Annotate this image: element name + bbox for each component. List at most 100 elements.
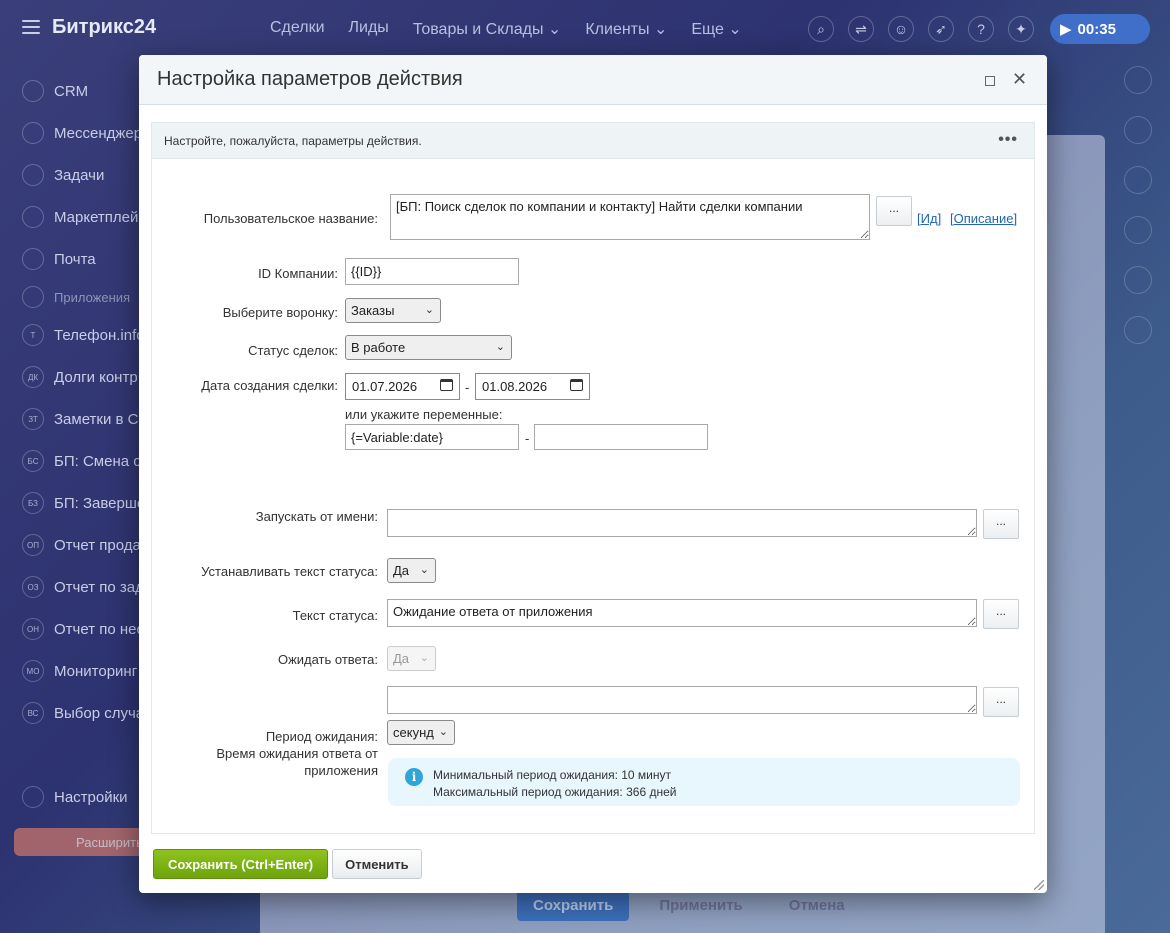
menu-icon[interactable] <box>22 20 40 38</box>
play-icon: ▶ <box>1060 21 1072 38</box>
dialog-footer: Сохранить (Ctrl+Enter) Отменить <box>153 849 422 879</box>
app-badge: МО <box>22 660 44 682</box>
filter-icon[interactable]: ⇌ <box>848 16 874 42</box>
sidebar-item-app[interactable]: БЗ БП: Заверше <box>0 482 150 524</box>
description-link-text[interactable]: Описание <box>954 211 1014 226</box>
wait-period-input[interactable] <box>387 686 977 714</box>
app-badge: Т <box>22 324 44 346</box>
company-id-input[interactable] <box>345 258 519 285</box>
sidebar-item-app[interactable]: БС БП: Смена о <box>0 440 150 482</box>
bell-icon[interactable] <box>1124 66 1152 94</box>
top-bar: Битрикс24 Сделки Лиды Товары и Склады ⌄ … <box>0 0 1170 58</box>
status-text-input[interactable]: Ожидание ответа от приложения <box>387 599 977 627</box>
nav-products[interactable]: Товары и Склады ⌄ <box>413 19 562 39</box>
date-var-to-input[interactable] <box>534 424 708 450</box>
sidebar-item-tasks[interactable]: Задачи <box>0 154 150 196</box>
custom-name-dots-button[interactable]: ... <box>876 196 912 226</box>
date-from-input[interactable]: 01.07.2026 <box>345 373 460 400</box>
id-link[interactable]: [Ид] <box>917 211 941 226</box>
status-select[interactable]: В работе ⌄ <box>345 335 512 360</box>
sidebar-item-app[interactable]: ЗТ Заметки в CR <box>0 398 150 440</box>
worktime-timer[interactable]: ▶ 00:35 <box>1050 14 1150 44</box>
chat-icon[interactable] <box>1124 116 1152 144</box>
crm-icon <box>22 80 44 102</box>
bg-save-button[interactable]: Сохранить <box>517 890 630 921</box>
avatar[interactable] <box>1124 266 1152 294</box>
save-button[interactable]: Сохранить (Ctrl+Enter) <box>153 849 329 879</box>
run-as-input[interactable] <box>387 509 977 537</box>
info-line-min: Минимальный период ожидания: 10 минут <box>433 768 671 782</box>
wait-period-sublabel: Время ожидания ответа от приложения <box>216 746 378 778</box>
nav-more[interactable]: Еще ⌄ <box>691 19 741 39</box>
sidebar-item-app[interactable]: ДК Долги контр <box>0 356 150 398</box>
help-icon[interactable]: ? <box>968 16 994 42</box>
app-badge: ОЗ <box>22 576 44 598</box>
resize-handle[interactable] <box>1034 880 1044 890</box>
sidebar-item-app[interactable]: ВС Выбор случа <box>0 692 150 734</box>
chevron-down-icon: ⌄ <box>424 304 434 316</box>
variables-hint: или укажите переменные: <box>345 407 503 422</box>
wait-period-label: Период ожидания: <box>265 729 378 744</box>
wait-unit-select[interactable]: секунд ⌄ <box>387 720 455 745</box>
more-icon[interactable]: ••• <box>998 131 1018 149</box>
market-icon <box>22 206 44 228</box>
avatar[interactable] <box>1124 216 1152 244</box>
var-dash: - <box>525 431 530 446</box>
status-text-dots-button[interactable]: ... <box>983 599 1019 629</box>
wait-period-info: i Минимальный период ожидания: 10 минут … <box>388 758 1020 806</box>
date-var-from-input[interactable] <box>345 424 519 450</box>
sidebar-item-messenger[interactable]: Мессенджер <box>0 112 150 154</box>
info-line-max: Максимальный период ожидания: 366 дней <box>433 785 677 799</box>
app-badge: ВС <box>22 702 44 724</box>
custom-name-input[interactable]: [БП: Поиск сделок по компании и контакту… <box>390 194 870 240</box>
sidebar-item-mail[interactable]: Почта <box>0 238 150 280</box>
sidebar-item-app[interactable]: ОЗ Отчет по зад <box>0 566 150 608</box>
user-icon[interactable]: ☺ <box>888 16 914 42</box>
nav-deals[interactable]: Сделки <box>270 19 325 39</box>
description-link[interactable]: [Описание] <box>950 211 1017 226</box>
expand-button[interactable]: Расширить <box>14 828 144 856</box>
bg-cancel-button[interactable]: Отмена <box>773 890 861 921</box>
app-badge: БС <box>22 450 44 472</box>
chevron-down-icon: ⌄ <box>419 652 429 664</box>
created-date-label: Дата создания сделки: <box>201 378 338 393</box>
wait-period-dots-button[interactable]: ... <box>983 687 1019 717</box>
dialog-header: Настройка параметров действия ✕ <box>139 55 1047 105</box>
date-to-input[interactable]: 01.08.2026 <box>475 373 590 400</box>
bg-apply-button[interactable]: Применить <box>643 890 758 921</box>
rocket-icon[interactable]: ➶ <box>928 16 954 42</box>
wait-answer-select: Да ⌄ <box>387 646 436 671</box>
wait-unit-value: секунд <box>393 725 434 740</box>
chevron-down-icon: ⌄ <box>438 726 448 738</box>
dialog-title: Настройка параметров действия <box>157 68 463 90</box>
run-as-label: Запускать от имени: <box>255 509 378 524</box>
logo[interactable]: Битрикс24 <box>52 16 156 39</box>
sidebar-item-crm[interactable]: CRM <box>0 70 150 112</box>
calendar-icon[interactable] <box>570 379 583 391</box>
sidebar-item-settings[interactable]: Настройки <box>0 776 128 818</box>
sidebar-item-app[interactable]: ОП Отчет прода <box>0 524 150 566</box>
sidebar-item-apps[interactable]: Приложения <box>0 280 150 314</box>
cancel-button[interactable]: Отменить <box>332 849 422 879</box>
sidebar-item-app[interactable]: Т Телефон.info <box>0 314 150 356</box>
apps-icon <box>22 286 44 308</box>
id-link-text[interactable]: Ид <box>921 211 938 226</box>
avatar[interactable] <box>1124 316 1152 344</box>
calendar-icon[interactable] <box>440 379 453 391</box>
date-to-value: 01.08.2026 <box>482 379 548 394</box>
copilot-icon[interactable]: ✦ <box>1008 16 1034 42</box>
maximize-icon[interactable] <box>985 76 995 86</box>
app-badge: ОН <box>22 618 44 640</box>
nav-leads[interactable]: Лиды <box>349 19 389 39</box>
avatar[interactable] <box>1124 166 1152 194</box>
sidebar-item-app[interactable]: МО Мониторинг <box>0 650 150 692</box>
sidebar-item-app[interactable]: ОН Отчет по нес <box>0 608 150 650</box>
run-as-dots-button[interactable]: ... <box>983 509 1019 539</box>
sidebar-item-market[interactable]: Маркетплейс <box>0 196 150 238</box>
search-icon[interactable]: ⌕ <box>808 16 834 42</box>
set-status-select[interactable]: Да ⌄ <box>387 558 436 583</box>
nav-clients[interactable]: Клиенты ⌄ <box>585 19 667 39</box>
settings-panel: Настройте, пожалуйста, параметры действи… <box>151 122 1035 834</box>
funnel-select[interactable]: Заказы ⌄ <box>345 298 441 323</box>
close-icon[interactable]: ✕ <box>1012 69 1027 90</box>
